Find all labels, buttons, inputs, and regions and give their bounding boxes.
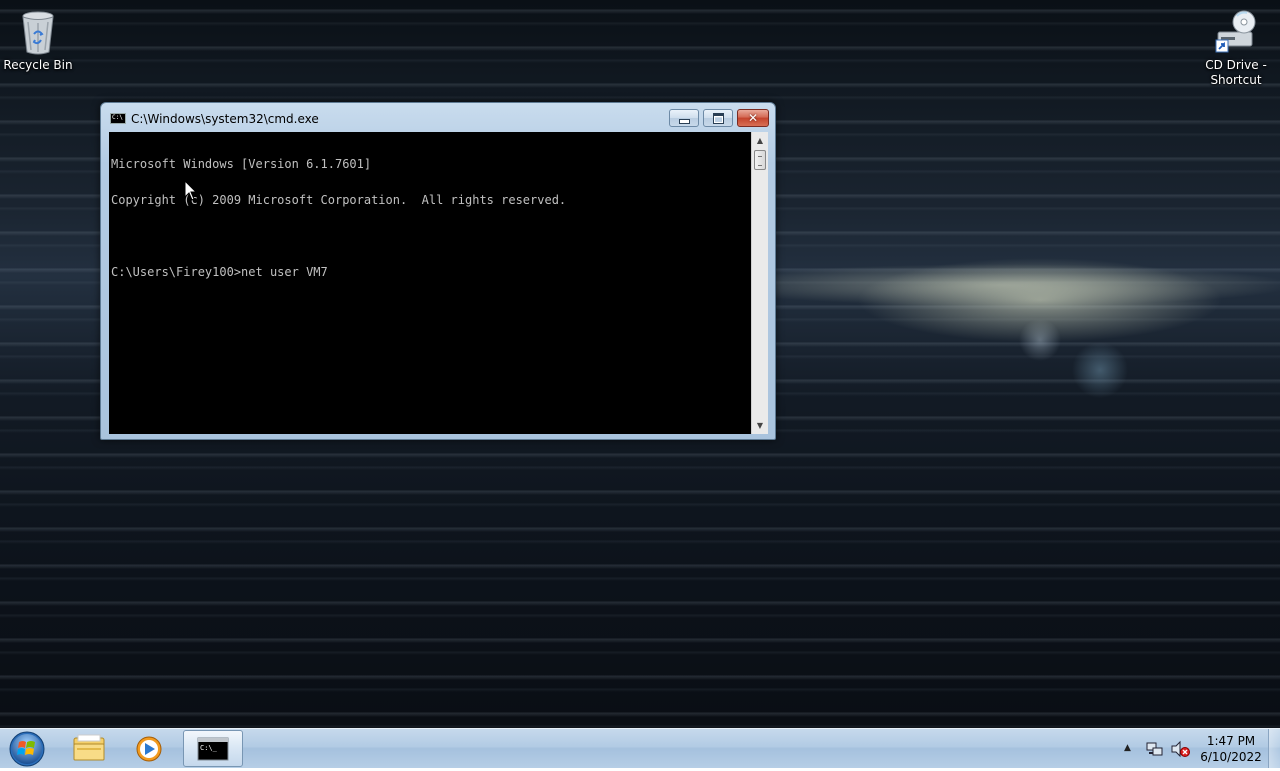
cmd-app-icon: C:\ <box>110 113 126 124</box>
command-prompt-window[interactable]: C:\ C:\Windows\system32\cmd.exe ✕ Micros… <box>100 102 776 440</box>
svg-text:C:\_: C:\_ <box>200 744 218 752</box>
window-title: C:\Windows\system32\cmd.exe <box>131 112 319 126</box>
maximize-button[interactable] <box>703 109 733 127</box>
desktop: Recycle Bin CD Drive - Shortcut C:\ C:\W… <box>0 0 1280 728</box>
recycle-bin-label: Recycle Bin <box>3 58 73 72</box>
close-button[interactable]: ✕ <box>737 109 769 127</box>
taskbar-windows-explorer[interactable] <box>60 730 118 767</box>
window-titlebar[interactable]: C:\ C:\Windows\system32\cmd.exe ✕ <box>101 103 775 133</box>
minimize-icon <box>678 118 690 124</box>
taskbar-media-player[interactable] <box>120 730 178 767</box>
scroll-up-arrow-icon[interactable]: ▲ <box>752 132 768 149</box>
minimize-button[interactable] <box>669 109 699 127</box>
maximize-icon <box>712 112 724 124</box>
cd-drive-label-line2: Shortcut <box>1210 73 1262 87</box>
media-player-icon <box>136 736 162 762</box>
scrollbar-thumb[interactable] <box>754 150 766 170</box>
windows-explorer-icon <box>73 734 105 761</box>
mouse-pointer-icon <box>184 180 198 201</box>
console-output[interactable]: Microsoft Windows [Version 6.1.7601] Cop… <box>109 132 751 434</box>
console-line: Microsoft Windows [Version 6.1.7601] <box>111 157 372 171</box>
recycle-bin-shortcut[interactable]: Recycle Bin <box>0 8 76 73</box>
cd-drive-label-line1: CD Drive - <box>1205 58 1267 72</box>
command-prompt-icon: C:\_ <box>197 737 229 761</box>
console-line: C:\Users\Firey100>net user VM7 <box>111 265 328 279</box>
clock-date: 6/10/2022 <box>1200 750 1262 764</box>
vertical-scrollbar[interactable]: ▲ ▼ <box>751 132 768 434</box>
system-clock[interactable]: 1:47 PM 6/10/2022 <box>1196 733 1266 765</box>
cd-drive-icon <box>1215 10 1256 53</box>
taskbar: C:\_ ▲ 1:47 PM 6/10/2022 <box>0 728 1280 768</box>
volume-muted-icon[interactable] <box>1170 740 1190 758</box>
cd-drive-shortcut[interactable]: CD Drive - Shortcut <box>1198 8 1274 88</box>
show-hidden-icons-arrow-icon[interactable]: ▲ <box>1124 743 1131 753</box>
scroll-down-arrow-icon[interactable]: ▼ <box>752 417 768 434</box>
network-icon[interactable] <box>1146 740 1164 758</box>
close-icon: ✕ <box>747 111 759 125</box>
taskbar-command-prompt[interactable]: C:\_ <box>183 730 243 767</box>
show-desktop-button[interactable] <box>1268 729 1280 768</box>
console-line: Copyright (c) 2009 Microsoft Corporation… <box>111 193 567 207</box>
recycle-bin-icon <box>22 11 54 55</box>
start-button-icon[interactable] <box>4 730 50 768</box>
clock-time: 1:47 PM <box>1206 734 1256 748</box>
